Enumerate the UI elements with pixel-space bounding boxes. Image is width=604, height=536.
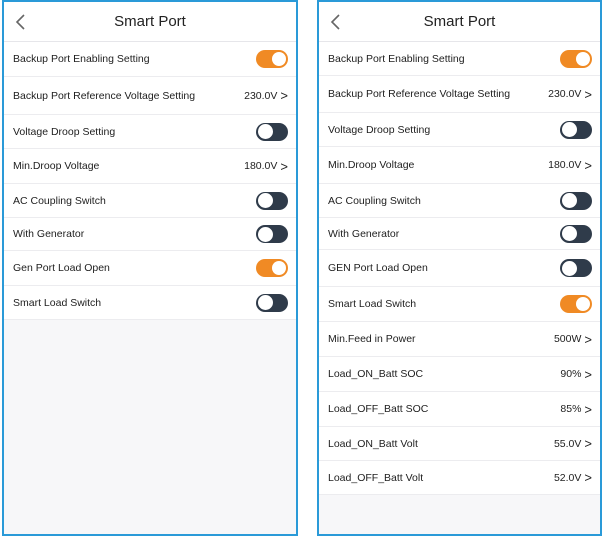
page-title: Smart Port [114, 13, 186, 30]
smart-load-switch-toggle[interactable] [256, 293, 288, 312]
row-smart-load-switch[interactable]: Smart Load Switch [319, 287, 600, 322]
row-label: Load_OFF_Batt SOC [328, 403, 429, 415]
chevron-right-icon: > [280, 158, 288, 174]
row-label: Gen Port Load Open [13, 262, 110, 274]
row-load-off-batt-soc[interactable]: Load_OFF_Batt SOC 85% > [319, 392, 600, 427]
settings-list: Backup Port Enabling Setting Backup Port… [319, 42, 600, 495]
row-value: 55.0V [553, 437, 582, 450]
smart-load-switch-toggle[interactable] [560, 295, 592, 313]
row-value: 90% [560, 368, 582, 380]
row-label: Backup Port Reference Voltage Setting [13, 89, 196, 102]
row-label: Voltage Droop Setting [13, 125, 116, 138]
chevron-right-icon: > [584, 86, 592, 102]
chevron-right-icon: > [280, 88, 288, 103]
row-label: Backup Port Enabling Setting [328, 52, 465, 65]
ac-coupling-toggle[interactable] [256, 191, 288, 210]
row-value: 52.0V [553, 471, 582, 484]
row-label: Load_OFF_Batt Volt [328, 471, 424, 484]
row-value: 230.0V [244, 89, 278, 102]
row-label: Smart Load Switch [13, 296, 102, 309]
row-min-droop-voltage[interactable]: Min.Droop Voltage 180.0V > [319, 147, 600, 184]
header: Smart Port [319, 2, 600, 42]
row-value: 500W [553, 333, 582, 345]
row-min-droop-voltage[interactable]: Min.Droop Voltage 180.0V > [4, 149, 296, 184]
with-generator-toggle[interactable] [256, 225, 288, 243]
row-ac-coupling[interactable]: AC Coupling Switch [4, 184, 296, 218]
chevron-right-icon: > [584, 331, 592, 347]
ac-coupling-toggle[interactable] [560, 191, 592, 210]
row-label: Smart Load Switch [328, 298, 417, 310]
backup-port-enabling-toggle[interactable] [256, 50, 288, 68]
row-smart-load-switch[interactable]: Smart Load Switch [4, 286, 296, 320]
header: Smart Port [4, 2, 296, 42]
row-label: AC Coupling Switch [13, 194, 106, 207]
row-label: Load_ON_Batt SOC [328, 368, 424, 380]
row-voltage-droop[interactable]: Voltage Droop Setting [4, 115, 296, 149]
row-gen-port-load-open[interactable]: GEN Port Load Open [319, 250, 600, 287]
row-load-on-batt-volt[interactable]: Load_ON_Batt Volt 55.0V > [319, 427, 600, 461]
row-backup-port-reference-voltage[interactable]: Backup Port Reference Voltage Setting 23… [319, 76, 600, 113]
row-voltage-droop[interactable]: Voltage Droop Setting [319, 113, 600, 147]
row-label: Load_ON_Batt Volt [328, 437, 418, 450]
row-value: 180.0V [548, 159, 582, 171]
voltage-droop-toggle[interactable] [560, 120, 592, 139]
left-phone-screen: Smart Port Backup Port Enabling Setting … [2, 0, 298, 536]
row-label: Voltage Droop Setting [328, 123, 431, 136]
row-label: Min.Droop Voltage [13, 160, 100, 172]
chevron-right-icon: > [584, 157, 592, 173]
row-backup-port-reference-voltage[interactable]: Backup Port Reference Voltage Setting 23… [4, 77, 296, 115]
row-value: 230.0V [548, 88, 582, 100]
voltage-droop-toggle[interactable] [256, 122, 288, 141]
row-value: 85% [560, 403, 582, 415]
row-min-feed-in-power[interactable]: Min.Feed in Power 500W > [319, 322, 600, 357]
row-load-on-batt-soc[interactable]: Load_ON_Batt SOC 90% > [319, 357, 600, 392]
right-phone-screen: Smart Port Backup Port Enabling Setting … [317, 0, 602, 536]
row-label: With Generator [328, 227, 400, 240]
with-generator-toggle[interactable] [560, 224, 592, 243]
row-backup-port-enabling[interactable]: Backup Port Enabling Setting [4, 42, 296, 77]
row-label: GEN Port Load Open [328, 262, 428, 274]
row-backup-port-enabling[interactable]: Backup Port Enabling Setting [319, 42, 600, 76]
row-gen-port-load-open[interactable]: Gen Port Load Open [4, 251, 296, 286]
row-label: Min.Droop Voltage [328, 159, 415, 171]
row-label: With Generator [13, 228, 85, 240]
row-value: 180.0V [244, 160, 278, 172]
row-load-off-batt-volt[interactable]: Load_OFF_Batt Volt 52.0V > [319, 461, 600, 495]
gen-port-load-open-toggle[interactable] [256, 259, 288, 277]
gen-port-load-open-toggle[interactable] [560, 259, 592, 277]
row-label: Min.Feed in Power [328, 333, 416, 345]
chevron-right-icon: > [584, 436, 592, 451]
row-label: Backup Port Reference Voltage Setting [328, 88, 511, 100]
row-label: Backup Port Enabling Setting [13, 53, 150, 65]
chevron-right-icon: > [584, 401, 592, 417]
row-with-generator[interactable]: With Generator [319, 218, 600, 250]
row-label: AC Coupling Switch [328, 194, 421, 207]
page-title: Smart Port [423, 13, 496, 30]
chevron-right-icon: > [584, 366, 592, 382]
settings-list: Backup Port Enabling Setting Backup Port… [4, 42, 296, 320]
row-with-generator[interactable]: With Generator [4, 218, 296, 251]
row-ac-coupling[interactable]: AC Coupling Switch [319, 184, 600, 218]
chevron-right-icon: > [584, 470, 592, 485]
backup-port-enabling-toggle[interactable] [560, 49, 592, 68]
